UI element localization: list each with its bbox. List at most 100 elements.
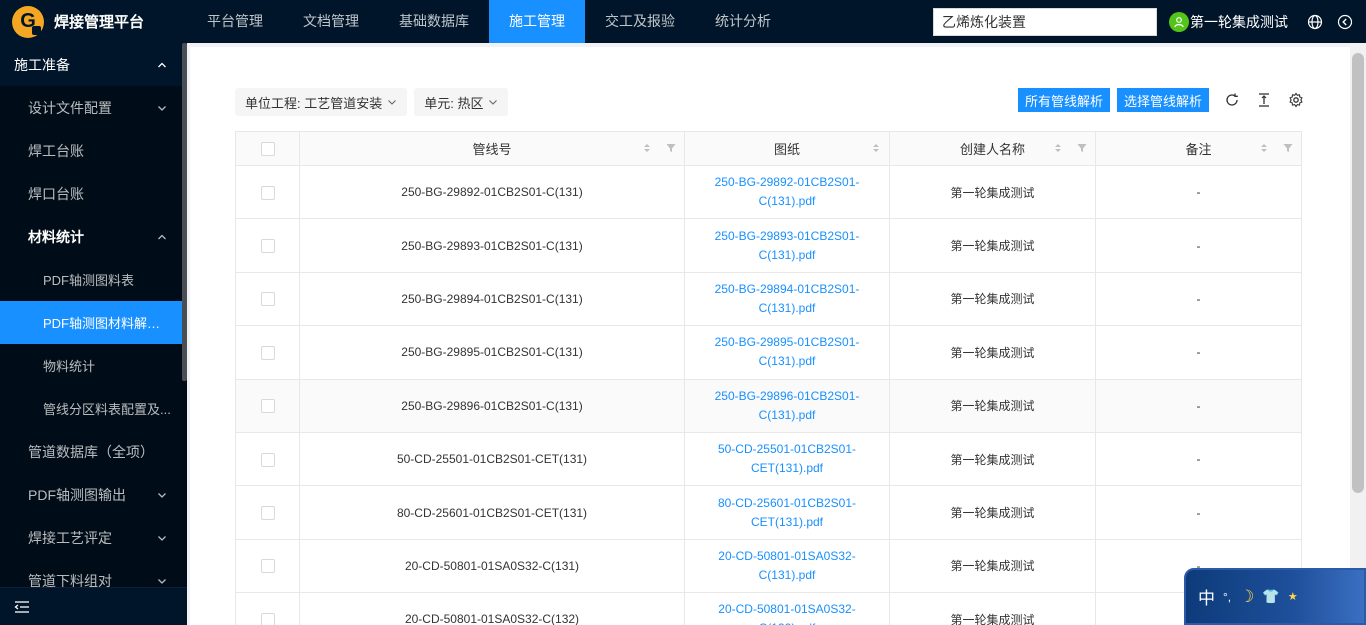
row-checkbox[interactable] <box>260 399 275 414</box>
nav-item[interactable]: 统计分析 <box>695 0 791 43</box>
refresh-icon[interactable] <box>1223 91 1241 109</box>
sidebar-item-label: 焊工台账 <box>28 142 84 159</box>
drawing-link[interactable]: 250-BG-29896-01CB2S01- C(131).pdf <box>684 378 890 433</box>
sidebar-item[interactable]: PDF轴测图输出 <box>0 473 187 516</box>
sidebar-subitem[interactable]: PDF轴测图料表 <box>0 258 187 301</box>
unit-select[interactable]: 单元: 热区 <box>414 88 509 116</box>
drawing-link-line-1: 250-BG-29892-01CB2S01- <box>714 175 860 190</box>
table-row[interactable]: 20-CD-50801-01SA0S32-C(131) 20-CD-50801-0… <box>235 538 1302 594</box>
nav-item[interactable]: 文档管理 <box>283 0 379 43</box>
sidebar-item[interactable]: 焊接工艺评定 <box>0 516 187 559</box>
drawing-link[interactable]: 80-CD-25601-01CB2S01- CET(131).pdf <box>684 485 890 540</box>
project-search-input[interactable] <box>933 7 1157 36</box>
sort-icon[interactable] <box>871 142 881 154</box>
note-cell: - <box>1095 218 1302 273</box>
page-scrollbar[interactable] <box>1350 43 1366 625</box>
table-row[interactable]: 250-BG-29892-01CB2S01-C(131) 250-BG-29892… <box>235 164 1302 220</box>
nav-item[interactable]: 平台管理 <box>187 0 283 43</box>
column-header-note[interactable]: 备注 <box>1095 131 1302 166</box>
pipeline-table: 管线号 图纸 创建人名称 备注 250-BG-29892-01CB2S01-C(… <box>235 131 1302 625</box>
row-checkbox[interactable] <box>260 612 275 625</box>
chevron-down-icon <box>158 578 166 584</box>
user-menu[interactable]: 第一轮集成测试 <box>1169 11 1288 32</box>
nav-item[interactable]: 交工及报验 <box>585 0 695 43</box>
column-height-icon[interactable] <box>1255 91 1273 109</box>
row-select-cell <box>235 271 300 327</box>
sidebar-item-label: 管线分区料表配置及... <box>43 402 171 417</box>
drawing-link-line-1: 250-BG-29893-01CB2S01- <box>714 228 860 243</box>
row-checkbox[interactable] <box>260 452 275 467</box>
row-checkbox[interactable] <box>260 239 275 253</box>
sidebar-collapse-toggle[interactable] <box>0 587 187 625</box>
column-header-line-no[interactable]: 管线号 <box>299 131 685 166</box>
column-header-creator[interactable]: 创建人名称 <box>889 131 1096 166</box>
note-cell: - <box>1095 485 1302 540</box>
drawing-link-line-2: C(131).pdf <box>758 354 816 369</box>
line-number-cell: 250-BG-29895-01CB2S01-C(131) <box>299 325 685 380</box>
filter-icon[interactable] <box>1077 142 1087 154</box>
sort-icon[interactable] <box>1053 142 1063 154</box>
row-checkbox[interactable] <box>260 292 275 307</box>
page-scrollbar-thumb[interactable] <box>1352 53 1364 493</box>
input-method-widget[interactable]: 中 °, ☽ 👕 ★ <box>1184 568 1366 625</box>
drawing-link-line-2: C(131).pdf <box>758 247 816 262</box>
table-row[interactable]: 250-BG-29894-01CB2S01-C(131) 250-BG-29894… <box>235 271 1302 327</box>
drawing-link[interactable]: 50-CD-25501-01CB2S01- CET(131).pdf <box>684 431 890 487</box>
sort-icon[interactable] <box>642 142 652 154</box>
sidebar-item-label: 材料统计 <box>28 228 84 245</box>
table-row[interactable]: 80-CD-25601-01CB2S01-CET(131) 80-CD-25601… <box>235 485 1302 540</box>
sidebar-subitem[interactable]: 物料统计 <box>0 344 187 387</box>
column-header-drawing[interactable]: 图纸 <box>684 131 890 166</box>
column-header-label: 备注 <box>1185 142 1212 157</box>
nav-item[interactable]: 基础数据库 <box>379 0 489 43</box>
globe-icon[interactable] <box>1306 13 1324 31</box>
row-checkbox[interactable] <box>260 559 275 574</box>
drawing-link[interactable]: 20-CD-50801-01SA0S32- C(132).pdf <box>684 592 890 625</box>
logo-area[interactable]: G 焊接管理平台 <box>0 0 187 43</box>
nav-item[interactable]: 施工管理 <box>489 0 585 43</box>
sidebar-item[interactable]: 管道数据库（全项） <box>0 430 187 473</box>
drawing-link[interactable]: 20-CD-50801-01SA0S32- C(131).pdf <box>684 538 890 594</box>
sidebar-item-label: 设计文件配置 <box>28 99 112 116</box>
table-row[interactable]: 20-CD-50801-01SA0S32-C(132) 20-CD-50801-0… <box>235 592 1302 625</box>
sort-icon[interactable] <box>1259 142 1269 154</box>
sidebar-subitem[interactable]: PDF轴测图材料解析... <box>0 301 182 344</box>
table-row[interactable]: 250-BG-29895-01CB2S01-C(131) 250-BG-29895… <box>235 325 1302 380</box>
back-circle-icon[interactable] <box>1336 13 1354 31</box>
sidebar-subitem[interactable]: 管线分区料表配置及... <box>0 387 187 430</box>
filter-icon[interactable] <box>666 142 676 154</box>
note-cell: - <box>1095 271 1302 327</box>
select-all-checkbox[interactable] <box>260 142 275 157</box>
row-select-cell <box>235 592 300 625</box>
sidebar-item[interactable]: 材料统计 <box>0 215 187 258</box>
sidebar-item-label: 管道数据库（全项） <box>28 443 154 460</box>
creator-cell: 第一轮集成测试 <box>889 378 1096 433</box>
parse-all-lines-button[interactable]: 所有管线解析 <box>1017 88 1110 112</box>
sidebar-item-label: 焊接工艺评定 <box>28 529 112 546</box>
drawing-link[interactable]: 250-BG-29895-01CB2S01- C(131).pdf <box>684 325 890 380</box>
sidebar-item[interactable]: 焊工台账 <box>0 129 187 172</box>
note-cell: - <box>1095 431 1302 487</box>
sidebar-item[interactable]: 设计文件配置 <box>0 86 187 129</box>
top-navigation-bar: G 焊接管理平台 平台管理文档管理基础数据库施工管理交工及报验统计分析 第一轮集… <box>0 0 1366 43</box>
app-title: 焊接管理平台 <box>54 14 145 31</box>
row-checkbox[interactable] <box>260 345 275 360</box>
unit-project-value: 单位工程: 工艺管道安装 <box>245 95 383 111</box>
unit-project-select[interactable]: 单位工程: 工艺管道安装 <box>235 88 408 116</box>
drawing-link[interactable]: 250-BG-29893-01CB2S01- C(131).pdf <box>684 218 890 273</box>
drawing-link[interactable]: 250-BG-29894-01CB2S01- C(131).pdf <box>684 271 890 327</box>
settings-gear-icon[interactable] <box>1287 91 1305 109</box>
row-checkbox[interactable] <box>260 505 275 520</box>
table-row[interactable]: 50-CD-25501-01CB2S01-CET(131) 50-CD-25501… <box>235 431 1302 487</box>
filter-icon[interactable] <box>1283 142 1293 154</box>
row-select-cell <box>235 164 300 220</box>
sidebar-scrollbar[interactable] <box>182 43 187 381</box>
row-checkbox[interactable] <box>260 185 275 200</box>
table-row[interactable]: 250-BG-29893-01CB2S01-C(131) 250-BG-29893… <box>235 218 1302 273</box>
table-row[interactable]: 250-BG-29896-01CB2S01-C(131) 250-BG-29896… <box>235 378 1302 433</box>
sidebar-item[interactable]: 焊口台账 <box>0 172 187 215</box>
sidebar-group-construction-prep[interactable]: 施工准备 <box>0 43 187 86</box>
drawing-link[interactable]: 250-BG-29892-01CB2S01- C(131).pdf <box>684 164 890 220</box>
ime-star-icon: ★ <box>1287 591 1298 603</box>
parse-selected-lines-button[interactable]: 选择管线解析 <box>1116 88 1209 112</box>
